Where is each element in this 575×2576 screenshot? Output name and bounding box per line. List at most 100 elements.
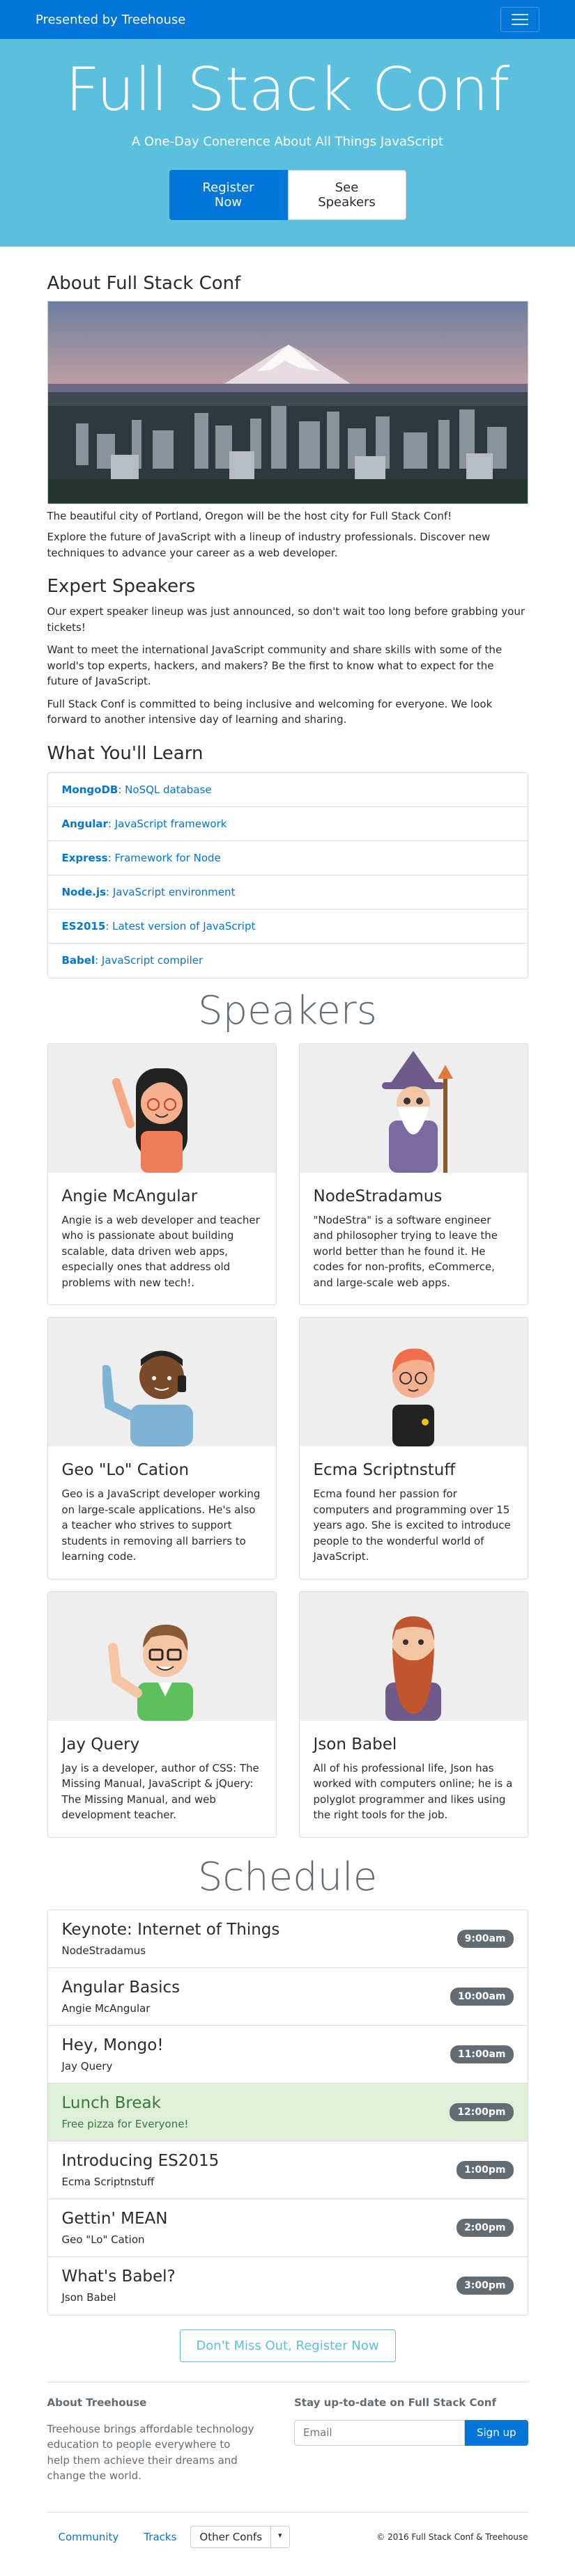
speaker-card: Ecma Scriptnstuff Ecma found her passion… — [298, 1317, 528, 1579]
caret-down-icon[interactable]: ▾ — [270, 2526, 289, 2547]
learn-item-desc: : JavaScript compiler — [95, 954, 204, 967]
session-title: Introducing ES2015 — [61, 2151, 220, 2170]
angie-illustration — [112, 1068, 187, 1173]
json-babel-illustration — [385, 1616, 441, 1721]
session-title: Keynote: Internet of Things — [61, 1920, 280, 1939]
session-speaker: Ecma Scriptnstuff — [61, 2175, 155, 2188]
speaker-name: Ecma Scriptnstuff — [313, 1461, 456, 1479]
speaker-bio: Angie is a web developer and teacher who… — [61, 1213, 260, 1289]
session-title: Hey, Mongo! — [61, 2036, 164, 2054]
learn-item-angular[interactable]: Angular: JavaScript framework — [47, 807, 528, 841]
schedule-item: Hey, Mongo! Jay Query 11:00am — [47, 2026, 528, 2084]
session-speaker: Geo "Lo" Cation — [61, 2233, 145, 2246]
other-confs-dropdown[interactable]: Other Confs ▾ — [190, 2525, 290, 2548]
learn-item-name: MongoDB — [61, 783, 118, 796]
navbar-brand[interactable]: Presented by Treehouse — [36, 13, 185, 27]
register-now-button[interactable]: Register Now — [169, 169, 288, 220]
speaker-name: Geo "Lo" Cation — [61, 1461, 190, 1479]
speaker-name: Json Babel — [313, 1735, 397, 1754]
footer-about-heading: About Treehouse — [47, 2396, 147, 2409]
footer-about-text: Treehouse brings affordable technology e… — [47, 2422, 254, 2483]
about-heading: About Full Stack Conf — [47, 273, 241, 294]
learn-item-babel[interactable]: Babel: JavaScript compiler — [48, 944, 528, 978]
see-speakers-button[interactable]: See Speakers — [287, 169, 406, 220]
speaker-card: NodeStradamus "NodeStra" is a software e… — [298, 1043, 528, 1305]
session-speaker: Json Babel — [61, 2291, 116, 2304]
schedule-item: What's Babel? Json Babel 3:00pm — [48, 2257, 528, 2315]
time-badge: 3:00pm — [457, 2277, 514, 2295]
about-text: Explore the future of JavaScript with a … — [47, 531, 491, 559]
learn-item-name: Node.js — [61, 885, 107, 898]
session-title: Angular Basics — [61, 1978, 181, 1997]
dropdown-label: Other Confs — [199, 2530, 263, 2543]
footer-link-tracks[interactable]: Tracks — [132, 2525, 187, 2549]
sign-up-button[interactable]: Sign up — [464, 2419, 528, 2446]
speaker-avatar — [47, 1591, 276, 1721]
expert-paragraph-1: Our expert speaker lineup was just annou… — [47, 605, 526, 634]
expert-speakers-heading: Expert Speakers — [47, 576, 196, 597]
schedule-heading: Schedule — [197, 1854, 378, 1900]
cta-wrapper: Don't Miss Out, Register Now — [47, 2329, 528, 2362]
schedule-item: Gettin' MEAN Geo "Lo" Cation 2:00pm — [47, 2199, 528, 2257]
session-speaker: Angie McAngular — [61, 2001, 151, 2015]
speaker-name: NodeStradamus — [313, 1187, 443, 1205]
footer-nav: Community Tracks Other Confs ▾ — [47, 2525, 290, 2549]
speaker-avatar — [47, 1043, 276, 1173]
speaker-avatar — [299, 1043, 528, 1173]
learn-item-mongodb[interactable]: MongoDB: NoSQL database — [47, 773, 528, 807]
learn-item-desc: : Latest version of JavaScript — [105, 919, 256, 932]
speakers-heading: Speakers — [198, 988, 377, 1033]
session-title: What's Babel? — [61, 2267, 176, 2286]
speaker-bio: Ecma found her passion for computers and… — [313, 1488, 511, 1563]
time-badge: 12:00pm — [450, 2102, 514, 2121]
copyright-text: © 2016 Full Stack Conf & Treehouse — [376, 2531, 528, 2542]
learn-item-name: Express — [61, 851, 108, 864]
speaker-avatar — [299, 1318, 528, 1446]
ecma-scriptnstuff-illustration — [392, 1348, 435, 1446]
footer-about: About Treehouse Treehouse brings afforda… — [47, 2396, 256, 2484]
expert-paragraph-3: Full Stack Conf is committed to being in… — [47, 697, 493, 726]
speaker-bio: "NodeStra" is a software engineer and ph… — [313, 1213, 498, 1289]
session-speaker: NodeStradamus — [61, 1944, 146, 1957]
learn-item-desc: : JavaScript environment — [106, 885, 236, 898]
portland-city-photo — [47, 301, 528, 504]
hero-title: Full Stack Conf — [65, 55, 510, 125]
speaker-avatar — [299, 1591, 528, 1721]
portland-skyline-image — [47, 302, 528, 504]
hero-tagline: A One-Day Conerence About All Things Jav… — [131, 134, 444, 149]
speaker-bio: Jay is a developer, author of CSS: The M… — [61, 1761, 259, 1822]
learn-item-name: Babel — [61, 954, 95, 967]
learn-item-nodejs[interactable]: Node.js: JavaScript environment — [47, 875, 528, 910]
speaker-card: Angie McAngular Angie is a web developer… — [47, 1043, 277, 1305]
session-title: Gettin' MEAN — [61, 2209, 168, 2228]
learn-list: MongoDB: NoSQL database Angular: JavaScr… — [47, 772, 528, 978]
speaker-bio: Geo is a JavaScript developer working on… — [61, 1488, 261, 1563]
schedule-list: Keynote: Internet of Things NodeStradamus… — [47, 1909, 528, 2316]
learn-item-express[interactable]: Express: Framework for Node — [47, 841, 528, 875]
speaker-card: Json Babel All of his professional life,… — [298, 1591, 528, 1838]
schedule-item: Keynote: Internet of Things NodeStradamus… — [47, 1910, 528, 1968]
register-cta-button[interactable]: Don't Miss Out, Register Now — [179, 2329, 396, 2362]
hero-button-group: Register Now See Speakers — [169, 169, 406, 220]
learn-item-es2015[interactable]: ES2015: Latest version of JavaScript — [47, 910, 528, 944]
learn-item-desc: : NoSQL database — [118, 783, 212, 796]
main-content: About Full Stack Conf The beautiful city… — [47, 273, 528, 2549]
session-speaker: Free pizza for Everyone! — [61, 2117, 189, 2130]
schedule-item-lunch: Lunch Break Free pizza for Everyone! 12:0… — [47, 2083, 528, 2141]
learn-item-desc: : JavaScript framework — [107, 817, 227, 830]
session-title: Lunch Break — [61, 2093, 161, 2112]
email-field[interactable] — [293, 2419, 465, 2446]
footer: About Treehouse Treehouse brings afforda… — [47, 2381, 528, 2549]
schedule-item: Angular Basics Angie McAngular 10:00am — [47, 1968, 528, 2026]
speakers-grid: Angie McAngular Angie is a web developer… — [47, 1043, 528, 1838]
footer-link-community[interactable]: Community — [47, 2525, 130, 2549]
what-youll-learn-heading: What You'll Learn — [47, 742, 204, 764]
footer-signup: Stay up-to-date on Full Stack Conf Sign … — [293, 2396, 528, 2484]
photo-caption: The beautiful city of Portland, Oregon w… — [47, 510, 452, 522]
nodestradamus-illustration — [382, 1050, 453, 1173]
expert-paragraph-2: Want to meet the international JavaScrip… — [47, 643, 503, 687]
time-badge: 11:00am — [450, 2045, 514, 2063]
hamburger-menu-icon[interactable] — [500, 7, 539, 32]
learn-item-name: Angular — [61, 817, 108, 830]
speaker-name: Angie McAngular — [61, 1187, 198, 1205]
